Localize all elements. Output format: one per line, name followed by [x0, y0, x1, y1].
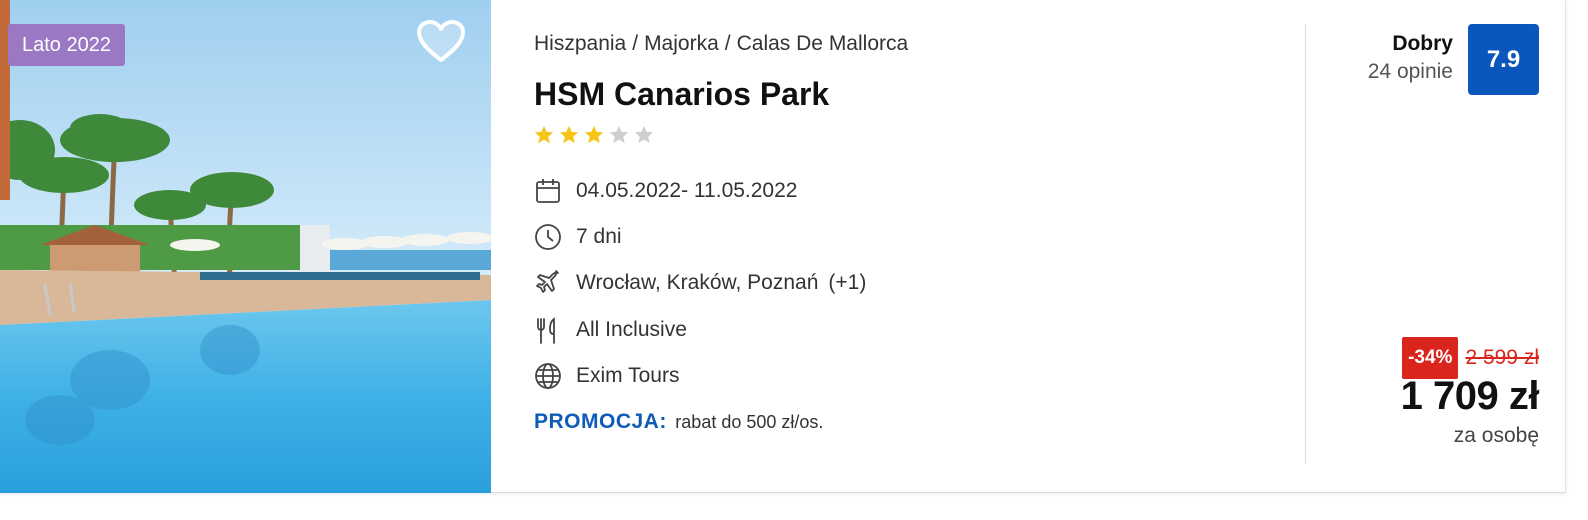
current-price[interactable]: 1 709 zł — [1401, 374, 1540, 419]
fork-knife-icon — [534, 316, 562, 344]
heart-icon — [417, 20, 465, 62]
star-empty-icon — [609, 125, 629, 144]
season-badge: Lato 2022 — [8, 24, 125, 66]
star-filled-icon — [559, 125, 579, 144]
star-empty-icon — [634, 125, 654, 144]
breadcrumb-city[interactable]: Calas De Mallorca — [737, 32, 909, 55]
info-duration: 7 dni — [534, 222, 622, 252]
hotel-photo[interactable]: Lato 2022 — [0, 0, 491, 493]
reviews-link[interactable]: 24 opinie — [1368, 60, 1453, 84]
offer-card[interactable]: Lato 2022 Hiszpania / Majorka / Calas De Mal… — [0, 0, 1566, 493]
discount-row: -34% 2 599 zł — [1402, 337, 1539, 379]
price-column: Dobry 24 opinie 7.9 -34% 2 599 zł 1 709 … — [1306, 0, 1566, 493]
clock-icon — [534, 223, 562, 251]
offer-details: Hiszpania / Majorka / Calas De Mallorca HSM … — [534, 0, 1274, 493]
globe-icon — [534, 362, 562, 390]
price-per-person: za osobę — [1453, 424, 1539, 447]
info-departure: Wrocław, Kraków, Poznań (+1) — [534, 268, 866, 298]
info-board: All Inclusive — [534, 315, 687, 345]
discount-badge: -34% — [1402, 337, 1459, 379]
promo: PROMOCJA: rabat do 500 zł/os. — [534, 410, 823, 434]
pool-image — [0, 0, 491, 493]
operator-text: Exim Tours — [576, 364, 680, 387]
info-dates: 04.05.2022- 11.05.2022 — [534, 176, 797, 206]
duration-text: 7 dni — [576, 225, 622, 248]
rating-score: 7.9 — [1468, 24, 1539, 95]
breadcrumb-separator: / — [632, 32, 639, 55]
promo-text: rabat do 500 zł/os. — [675, 412, 824, 432]
hotel-name[interactable]: HSM Canarios Park — [534, 76, 829, 113]
promo-label: PROMOCJA: — [534, 410, 667, 433]
calendar-icon — [534, 177, 562, 205]
breadcrumb-region[interactable]: Majorka — [644, 32, 719, 55]
old-price: 2 599 zł — [1465, 346, 1539, 369]
departure-text: Wrocław, Kraków, Poznań — [576, 271, 819, 294]
star-rating — [533, 124, 655, 146]
dates-text: 04.05.2022- 11.05.2022 — [576, 179, 798, 202]
star-filled-icon — [584, 125, 604, 144]
rating-label: Dobry — [1392, 32, 1453, 55]
board-text: All Inclusive — [576, 318, 687, 341]
plane-icon — [534, 269, 562, 297]
breadcrumb-country[interactable]: Hiszpania — [534, 32, 626, 55]
star-filled-icon — [534, 125, 554, 144]
breadcrumb: Hiszpania / Majorka / Calas De Mallorca — [534, 32, 908, 56]
breadcrumb-separator: / — [724, 32, 731, 55]
favorite-button[interactable] — [415, 18, 467, 64]
info-operator: Exim Tours — [534, 361, 679, 391]
departure-more-link[interactable]: (+1) — [828, 271, 866, 295]
